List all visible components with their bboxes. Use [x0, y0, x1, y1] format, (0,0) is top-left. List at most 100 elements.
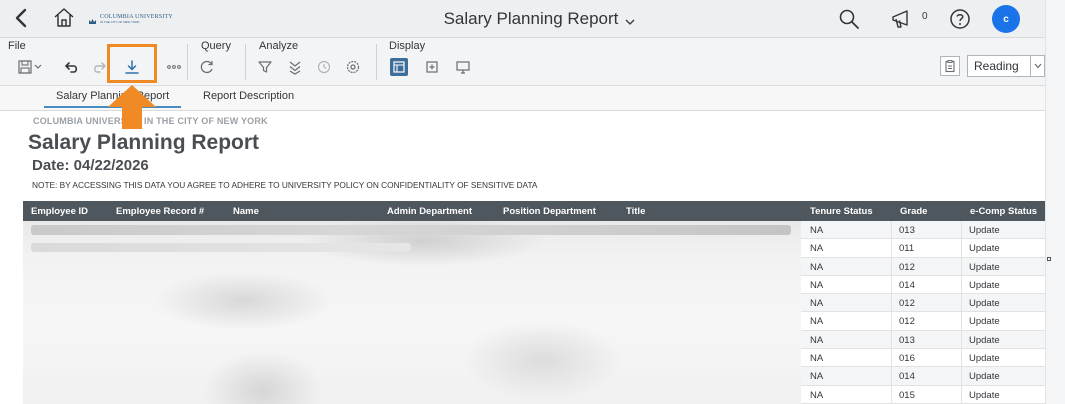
toolbar-separator — [376, 44, 377, 80]
save-icon[interactable] — [16, 58, 34, 76]
table-row[interactable]: NA 012 Update — [801, 294, 1045, 313]
tenure-cell: NA — [810, 261, 824, 273]
column-header-name[interactable]: Name — [233, 206, 259, 217]
tab-report-description[interactable]: Report Description — [203, 90, 294, 102]
present-screen-icon[interactable] — [454, 58, 472, 76]
search-icon[interactable] — [837, 7, 861, 31]
report-title: Salary Planning Report — [28, 131, 260, 154]
refresh-icon[interactable] — [198, 58, 216, 76]
table-row[interactable]: NA 014 Update — [801, 367, 1045, 386]
logo-subtext: IN THE CITY OF NEW YORK — [100, 20, 140, 24]
tenure-cell: NA — [810, 389, 824, 401]
ecomp-cell: Update — [969, 298, 1000, 310]
column-header-ecomp-status[interactable]: e-Comp Status — [970, 206, 1037, 217]
save-dropdown-icon[interactable] — [33, 58, 43, 76]
toolbar-group-file: File — [8, 40, 26, 52]
chevron-down-icon[interactable] — [1030, 55, 1045, 77]
column-header-grade[interactable]: Grade — [900, 206, 927, 217]
table-row[interactable]: NA 013 Update — [801, 221, 1045, 240]
shell-bar: COLUMBIA UNIVERSITY IN THE CITY OF NEW Y… — [0, 0, 1065, 38]
tenure-cell: NA — [810, 243, 824, 255]
redacted-bar — [31, 243, 411, 252]
tenure-cell: NA — [810, 298, 824, 310]
ecomp-cell: Update — [969, 243, 1000, 255]
table-row[interactable]: NA 014 Update — [801, 275, 1045, 295]
ecomp-cell: Update — [969, 316, 1000, 328]
home-icon[interactable] — [52, 6, 76, 30]
toolbar-group-analyze: Analyze — [259, 40, 299, 52]
tenure-cell: NA — [810, 279, 824, 291]
table-row[interactable]: NA 011 Update — [801, 239, 1045, 258]
ecomp-cell: Update — [969, 389, 1000, 401]
column-header-tenure-status[interactable]: Tenure Status — [810, 206, 873, 217]
ecomp-cell: Update — [969, 334, 1000, 346]
notification-icon[interactable] — [890, 7, 914, 31]
column-header-employee-record[interactable]: Employee Record # — [116, 206, 204, 217]
history-icon[interactable] — [315, 58, 333, 76]
table-row[interactable]: NA 013 Update — [801, 330, 1045, 350]
ecomp-cell: Update — [969, 353, 1000, 365]
grade-cell: 013 — [899, 225, 915, 236]
column-divider — [891, 221, 892, 404]
back-icon[interactable] — [10, 6, 34, 30]
redacted-bar — [31, 225, 791, 235]
grade-cell: 014 — [899, 371, 915, 383]
toolbar-group-query: Query — [201, 40, 231, 52]
tenure-cell: NA — [810, 225, 824, 236]
table-header: Employee ID Employee Record # Name Admin… — [23, 201, 1045, 221]
grade-cell: 012 — [899, 298, 915, 310]
ecomp-cell: Update — [969, 225, 1000, 236]
help-icon[interactable] — [948, 7, 972, 31]
table-view-icon[interactable] — [390, 58, 408, 76]
redacted-data-area — [23, 221, 801, 404]
grade-cell: 012 — [899, 261, 915, 273]
grade-cell: 011 — [899, 243, 915, 255]
grade-cell: 012 — [899, 316, 915, 328]
grade-cell: 013 — [899, 334, 915, 346]
university-logo[interactable]: COLUMBIA UNIVERSITY IN THE CITY OF NEW Y… — [88, 10, 173, 24]
tenure-cell: NA — [810, 371, 824, 383]
grade-cell: 016 — [899, 353, 915, 365]
app-title: Salary Planning Report — [443, 9, 619, 28]
grade-cell: 015 — [899, 389, 915, 401]
ecomp-cell: Update — [969, 261, 1000, 273]
insert-chart-icon[interactable] — [423, 58, 441, 76]
clipboard-icon[interactable] — [940, 56, 960, 76]
ecomp-cell: Update — [969, 371, 1000, 383]
drill-down-icon[interactable] — [286, 58, 304, 76]
more-icon[interactable] — [165, 58, 183, 76]
arrow-up-icon — [104, 83, 160, 131]
table-row[interactable]: NA 015 Update — [801, 385, 1045, 404]
table-row[interactable]: NA 012 Update — [801, 257, 1045, 276]
tenure-cell: NA — [810, 334, 824, 346]
crown-icon — [88, 13, 97, 24]
table-row[interactable]: NA 012 Update — [801, 312, 1045, 331]
reading-mode-label: Reading — [974, 59, 1019, 73]
settings-icon[interactable] — [344, 58, 362, 76]
table-row[interactable]: NA 016 Update — [801, 349, 1045, 368]
ecomp-cell: Update — [969, 279, 1000, 291]
chevron-down-icon — [624, 13, 636, 25]
column-header-title[interactable]: Title — [626, 206, 645, 217]
column-header-employee-id[interactable]: Employee ID — [31, 206, 88, 217]
right-side-panel — [1045, 0, 1065, 404]
redo-icon[interactable] — [90, 58, 108, 76]
notification-count: 0 — [922, 11, 928, 22]
toolbar-group-display: Display — [389, 40, 426, 52]
avatar[interactable]: c — [992, 5, 1020, 33]
report-date: Date: 04/22/2026 — [32, 157, 149, 174]
column-header-position-department[interactable]: Position Department — [503, 206, 596, 217]
table-body: NA 013 Update NA 011 Update NA 012 Updat… — [801, 221, 1045, 404]
toolbar-separator — [187, 44, 188, 80]
undo-icon[interactable] — [63, 58, 81, 76]
confidentiality-note: NOTE: BY ACCESSING THIS DATA YOU AGREE T… — [32, 180, 538, 190]
toolbar-separator — [245, 44, 246, 80]
column-header-admin-department[interactable]: Admin Department — [387, 206, 472, 217]
tenure-cell: NA — [810, 353, 824, 365]
tenure-cell: NA — [810, 316, 824, 328]
filter-icon[interactable] — [256, 58, 274, 76]
grade-cell: 014 — [899, 279, 915, 291]
app-title-menu[interactable]: Salary Planning Report — [400, 0, 680, 38]
panel-handle[interactable] — [1047, 257, 1051, 261]
highlight-box — [107, 44, 157, 83]
